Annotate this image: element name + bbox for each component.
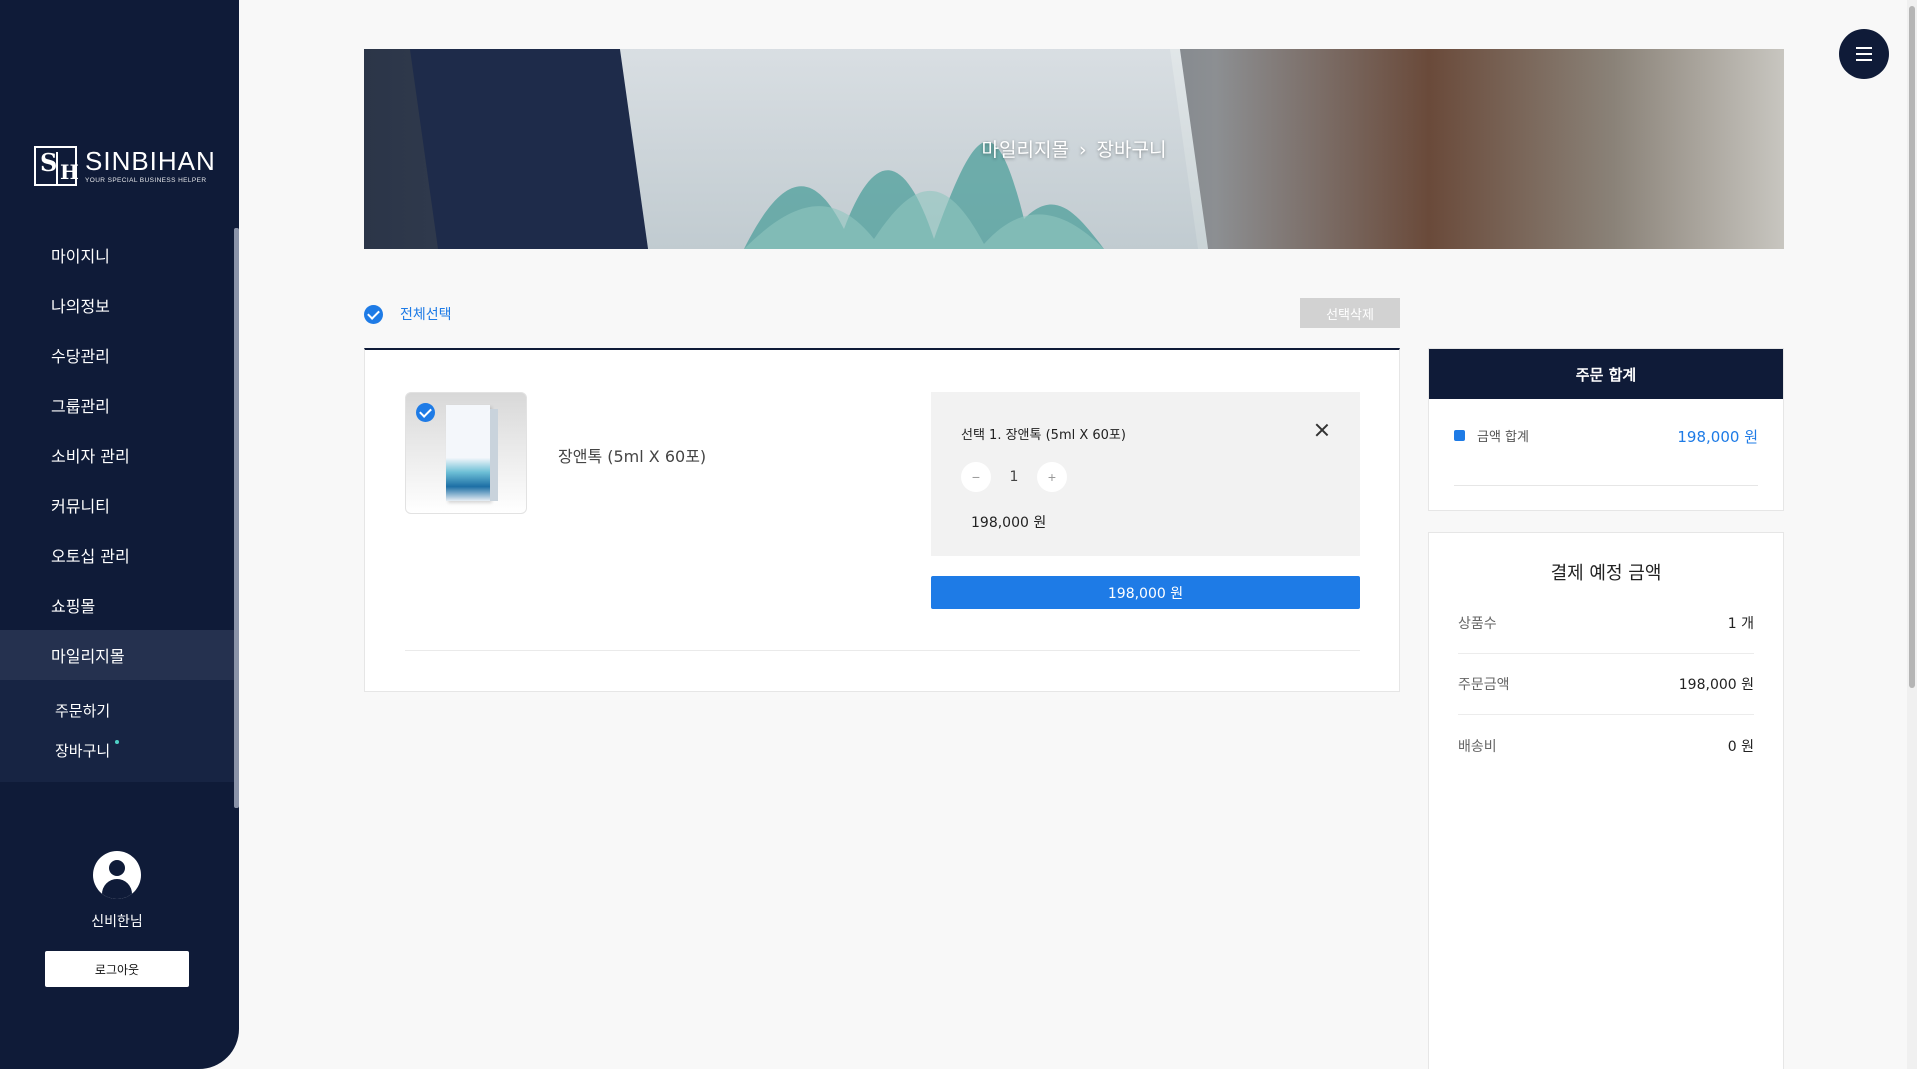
sidebar-item-label: 마일리지몰: [51, 647, 125, 666]
breadcrumb: 마일리지몰 › 장바구니: [364, 135, 1784, 162]
logout-button[interactable]: 로그아웃: [45, 951, 189, 987]
sidebar-item-shopping-mall[interactable]: 쇼핑몰: [0, 580, 234, 630]
user-name: 신비한님: [91, 914, 143, 930]
scrollbar-thumb[interactable]: [1909, 6, 1915, 688]
sidebar-subitem-cart[interactable]: 장바구니: [0, 730, 234, 770]
sidebar-item-label: 그룹관리: [51, 397, 110, 416]
sidebar-item-community[interactable]: 커뮤니티: [0, 480, 234, 530]
payment-row-label: 주문금액: [1458, 677, 1510, 693]
breadcrumb-current: 장바구니: [1096, 139, 1167, 161]
sidebar-item-allowance[interactable]: 수당관리: [0, 330, 234, 380]
delete-selected-button[interactable]: 선택삭제: [1300, 298, 1400, 328]
item-check-icon[interactable]: [416, 403, 435, 422]
close-icon[interactable]: [1314, 422, 1330, 438]
quantity-minus-button[interactable]: −: [961, 462, 991, 492]
sidebar-item-myjini[interactable]: 마이지니: [0, 230, 234, 280]
product-thumbnail[interactable]: [405, 392, 527, 514]
payment-row-order-amount: 주문금액 198,000 원: [1458, 654, 1754, 715]
user-panel: 신비한님 로그아웃: [0, 851, 234, 987]
page-scrollbar[interactable]: [1907, 0, 1917, 1069]
payment-row-label: 상품수: [1458, 616, 1497, 632]
breadcrumb-separator-icon: ›: [1078, 139, 1087, 161]
option-title: 선택 1. 장앤톡 (5ml X 60포): [961, 428, 1126, 443]
select-all-check-icon[interactable]: [364, 304, 383, 324]
sidebar-item-label: 마이지니: [51, 247, 110, 266]
square-bullet-icon: [1454, 430, 1465, 441]
payment-row-value: 1 개: [1727, 616, 1754, 632]
banner-chart-graphic: [744, 141, 1104, 249]
sidebar-subitem-order[interactable]: 주문하기: [0, 690, 234, 730]
product-box-image: [446, 405, 490, 501]
product-name[interactable]: 장앤톡 (5ml X 60포): [558, 443, 706, 467]
sidebar-scrollbar[interactable]: [234, 228, 239, 808]
page-banner: 마일리지몰 › 장바구니: [364, 49, 1784, 249]
sidebar-item-label: 소비자 관리: [51, 447, 130, 466]
option-panel: 선택 1. 장앤톡 (5ml X 60포) − 1 + 198,000 원: [931, 392, 1360, 556]
sidebar-item-label: 나의정보: [51, 297, 110, 316]
payment-row-item-count: 상품수 1 개: [1458, 593, 1754, 654]
item-total-bar[interactable]: 198,000 원: [931, 576, 1360, 609]
sidebar-item-my-info[interactable]: 나의정보: [0, 280, 234, 330]
select-all-toggle[interactable]: 전체선택: [364, 304, 452, 324]
order-summary-panel: 주문 합계 금액 합계 198,000 원: [1428, 348, 1784, 511]
sidebar-item-consumer[interactable]: 소비자 관리: [0, 430, 234, 480]
logo-mark-icon: SH: [34, 146, 79, 186]
quantity-plus-button[interactable]: +: [1037, 462, 1067, 492]
brand-tagline: YOUR SPECIAL BUSINESS HELPER: [85, 176, 207, 184]
cart-list: 장앤톡 (5ml X 60포) 선택 1. 장앤톡 (5ml X 60포) − …: [364, 348, 1400, 692]
user-avatar-icon: [93, 851, 141, 899]
quantity-stepper: − 1 +: [961, 462, 1067, 492]
sidebar-item-label: 수당관리: [51, 347, 110, 366]
sidebar-item-autoship[interactable]: 오토십 관리: [0, 530, 234, 580]
payment-title: 결제 예정 금액: [1550, 563, 1662, 584]
order-summary-title: 주문 합계: [1429, 349, 1783, 399]
amount-total-row: 금액 합계 198,000 원: [1454, 426, 1758, 486]
sidebar-subitem-label: 주문하기: [55, 701, 111, 720]
sidebar-subitem-label: 장바구니: [55, 741, 111, 760]
sidebar: SH SINBIHAN YOUR SPECIAL BUSINESS HELPER…: [0, 0, 239, 1069]
quantity-value[interactable]: 1: [999, 469, 1029, 485]
option-price: 198,000 원: [971, 515, 1047, 531]
payment-panel: 결제 예정 금액 상품수 1 개 주문금액 198,000 원 배송비 0 원: [1428, 532, 1784, 1069]
product-box-side: [490, 409, 498, 501]
amount-total-label: 금액 합계: [1477, 430, 1529, 445]
active-dot-icon: [115, 740, 119, 744]
payment-row-shipping: 배송비 0 원: [1458, 715, 1754, 776]
payment-row-value: 0 원: [1727, 738, 1754, 755]
payment-row-value: 198,000 원: [1678, 677, 1754, 693]
brand-name: SINBIHAN: [85, 145, 216, 176]
divider: [405, 650, 1360, 651]
sidebar-nav: 마이지니 나의정보 수당관리 그룹관리 소비자 관리 커뮤니티 오토십 관리 쇼…: [0, 230, 234, 782]
sidebar-item-label: 커뮤니티: [51, 497, 110, 516]
breadcrumb-root[interactable]: 마일리지몰: [982, 139, 1069, 161]
sidebar-item-label: 오토십 관리: [51, 547, 130, 566]
select-all-label: 전체선택: [400, 307, 452, 323]
sidebar-item-label: 쇼핑몰: [51, 597, 96, 616]
hamburger-icon: [1856, 47, 1872, 61]
sidebar-submenu: 주문하기 장바구니: [0, 680, 234, 782]
amount-total-value: 198,000 원: [1677, 428, 1758, 446]
sidebar-item-mileage-mall[interactable]: 마일리지몰: [0, 630, 234, 680]
hamburger-menu-button[interactable]: [1839, 29, 1889, 79]
brand-logo[interactable]: SH SINBIHAN YOUR SPECIAL BUSINESS HELPER: [34, 146, 216, 186]
sidebar-item-group[interactable]: 그룹관리: [0, 380, 234, 430]
payment-row-label: 배송비: [1458, 738, 1497, 755]
